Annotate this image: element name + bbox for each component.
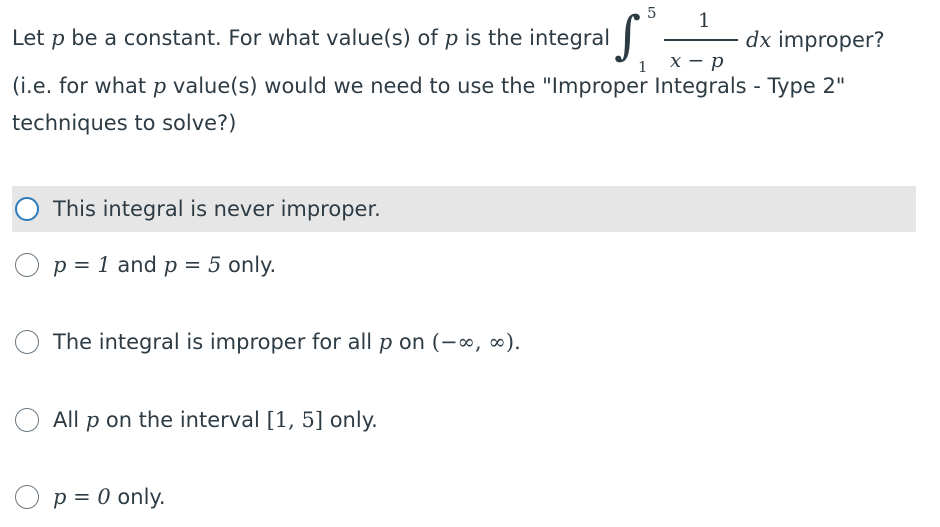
option-text: and (110, 253, 164, 277)
integral-sign: ∫ (614, 6, 642, 66)
answer-option-p1-p5[interactable]: p = 1 and p = 5 only. (12, 242, 916, 288)
question-text: value(s) would we need to use the "Impro… (166, 74, 846, 98)
math-expression: p = 1 (53, 253, 111, 277)
variable-p: p (378, 330, 393, 354)
question-text: Let (12, 26, 52, 50)
math-expression: (−∞, ∞). (431, 330, 521, 354)
option-text: on (392, 330, 432, 354)
question-text: is the integral (457, 26, 611, 50)
radio-button[interactable] (15, 330, 39, 354)
radio-button[interactable] (15, 253, 39, 277)
differential: dx (746, 28, 772, 52)
math-expression: [1, 5] (266, 408, 324, 432)
variable-p: p (51, 26, 65, 50)
radio-button[interactable] (15, 408, 39, 432)
fraction-numerator: 1 (698, 8, 711, 32)
integral-upper-limit: 5 (647, 4, 657, 22)
fraction-denominator: x − p (670, 48, 724, 72)
math-expression: p = 0 (53, 485, 111, 509)
question-text: (i.e. for what (12, 74, 153, 98)
radio-button[interactable] (15, 485, 39, 509)
question-line-2: (i.e. for what p value(s) would we need … (12, 74, 845, 98)
option-text: only. (323, 408, 378, 432)
variable-p: p (152, 74, 167, 98)
option-text: The integral is improper for all (53, 330, 379, 354)
option-text: only. (221, 253, 277, 277)
answer-option-never[interactable]: This integral is never improper. (12, 186, 916, 232)
question-line-1: Let p be a constant. For what value(s) o… (12, 26, 610, 50)
option-text: only. (110, 485, 166, 509)
answer-option-p0[interactable]: p = 0 only. (12, 474, 916, 520)
answer-option-label: p = 1 and p = 5 only. (53, 253, 276, 277)
option-text: All (53, 408, 86, 432)
question-text: techniques to solve?) (12, 111, 237, 135)
option-text: on the interval (99, 408, 267, 432)
answer-option-all[interactable]: The integral is improper for all p on (−… (12, 319, 916, 365)
answer-option-label: p = 0 only. (53, 485, 166, 509)
question-text: be a constant. For what value(s) of (64, 26, 445, 50)
math-expression: p = 5 (163, 253, 222, 277)
answer-option-label: This integral is never improper. (53, 197, 381, 221)
integral-trailing: dx improper? (746, 28, 885, 52)
variable-p: p (444, 26, 458, 50)
variable-p: p (85, 408, 100, 432)
question-text: improper? (771, 28, 885, 52)
fraction-bar (664, 39, 738, 41)
answer-option-interval[interactable]: All p on the interval [1, 5] only. (12, 397, 916, 443)
radio-button[interactable] (15, 197, 39, 221)
answer-option-label: All p on the interval [1, 5] only. (53, 408, 378, 432)
question-line-3: techniques to solve?) (12, 111, 236, 135)
answer-option-label: The integral is improper for all p on (−… (53, 330, 521, 354)
integral-expression: ∫ 5 1 1 x − p dx improper? (612, 2, 892, 76)
